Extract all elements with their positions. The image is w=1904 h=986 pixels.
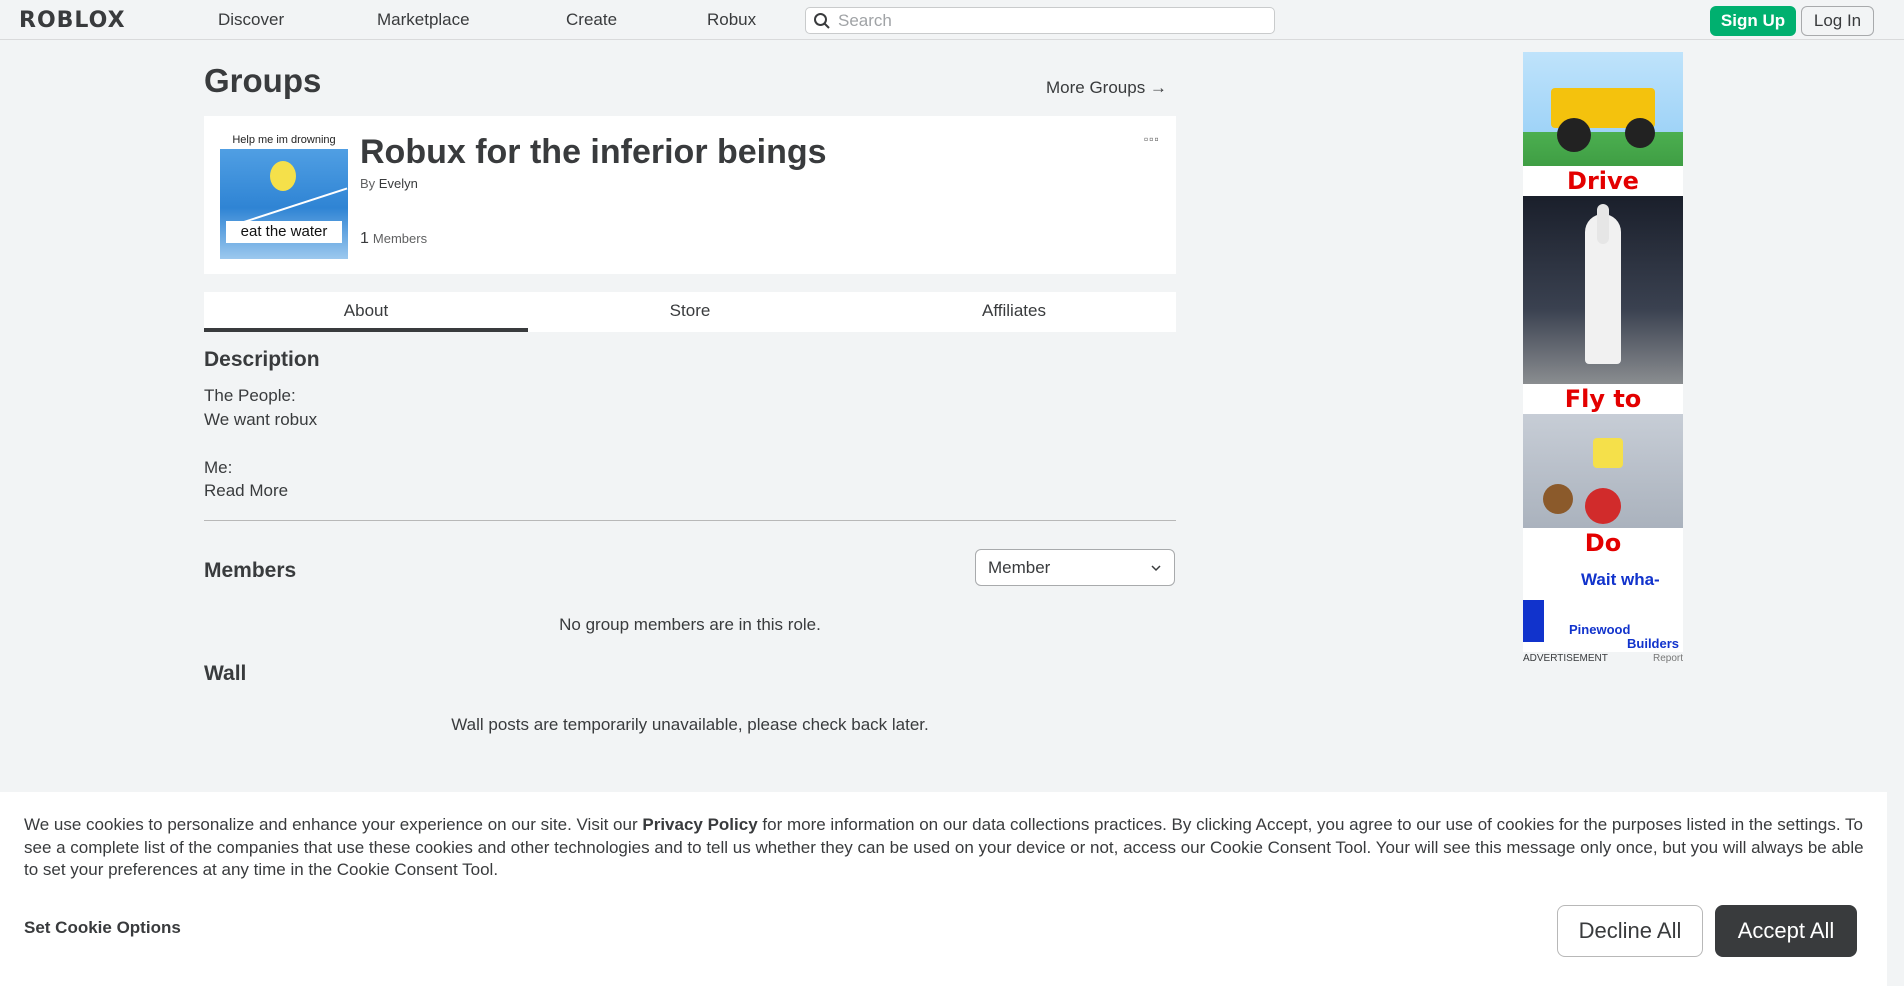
nav-link-discover[interactable]: Discover: [218, 10, 284, 30]
group-owner-line: By Evelyn: [360, 176, 418, 191]
chevron-down-icon: [1151, 565, 1161, 572]
decline-all-button[interactable]: Decline All: [1557, 905, 1703, 957]
cookie-consent-banner: We use cookies to personalize and enhanc…: [0, 792, 1887, 986]
ad-label: ADVERTISEMENT: [1523, 653, 1608, 664]
cookie-text-before: We use cookies to personalize and enhanc…: [24, 815, 643, 834]
role-dropdown-value: Member: [988, 558, 1051, 577]
ad-footer: ADVERTISEMENT Report: [1523, 653, 1683, 664]
group-tabs: About Store Affiliates: [204, 292, 1176, 332]
page-title: Groups: [204, 62, 322, 99]
members-heading: Members: [204, 559, 297, 582]
page-scrollbar[interactable]: [1887, 40, 1904, 986]
description-line: Me:: [204, 458, 233, 477]
search-icon: [814, 13, 830, 29]
ad-caption: Drive beasts!: [1523, 166, 1683, 225]
member-count-label: Members: [372, 231, 428, 246]
roblox-logo[interactable]: ROBLOX: [19, 8, 126, 33]
emblem-caption-top: Help me im drowning: [220, 131, 348, 149]
role-dropdown[interactable]: Member: [975, 549, 1175, 586]
ad-brand-line1: Pinewood: [1569, 622, 1631, 637]
wall-unavailable-message: Wall posts are temporarily unavailable, …: [451, 715, 929, 734]
ad-truck-image: [1523, 52, 1683, 166]
search-box[interactable]: [805, 7, 1275, 34]
search-input[interactable]: [838, 10, 1258, 31]
group-emblem-image: Help me im drowning eat the water: [220, 131, 348, 259]
emblem-figure: [270, 161, 296, 191]
group-owner-link[interactable]: Evelyn: [379, 176, 418, 191]
tab-affiliates[interactable]: Affiliates: [852, 292, 1176, 332]
advertisement[interactable]: Drive beasts! Fly to space! Do laundry!!…: [1523, 52, 1683, 664]
ad-pinewood-panel: Wait wha- Pinewood Builders: [1523, 558, 1683, 652]
by-label: By: [360, 176, 376, 191]
more-options-icon[interactable]: ▫▫▫: [1144, 132, 1160, 146]
emblem-caption-bottom: eat the water: [226, 221, 342, 243]
read-more-link[interactable]: Read More: [204, 481, 288, 501]
ad-report-link[interactable]: Report: [1653, 653, 1683, 664]
set-cookie-options-link[interactable]: Set Cookie Options: [24, 918, 181, 938]
ad-laundry-image: [1523, 414, 1683, 528]
log-in-button[interactable]: Log In: [1801, 6, 1874, 36]
wall-heading: Wall: [204, 662, 247, 685]
ad-brand-logo: [1523, 600, 1565, 642]
group-header-card: Help me im drowning eat the water Robux …: [204, 116, 1176, 274]
section-divider: [204, 520, 1176, 521]
nav-link-robux[interactable]: Robux: [707, 10, 756, 30]
group-name: Robux for the inferior beings: [360, 133, 827, 171]
description-line: The People:: [204, 386, 296, 405]
sign-up-button[interactable]: Sign Up: [1710, 6, 1796, 36]
more-groups-link[interactable]: More Groups →: [1046, 78, 1167, 98]
cookie-message: We use cookies to personalize and enhanc…: [24, 814, 1874, 882]
ad-tagline: Wait wha-: [1581, 570, 1660, 589]
members-empty-message: No group members are in this role.: [559, 615, 821, 634]
nav-link-create[interactable]: Create: [566, 10, 617, 30]
tab-about[interactable]: About: [204, 292, 528, 332]
ad-caption: Do laundry!!: [1523, 528, 1683, 587]
privacy-policy-link[interactable]: Privacy Policy: [642, 815, 757, 834]
ad-caption: Fly to space!: [1523, 384, 1683, 443]
tab-store[interactable]: Store: [528, 292, 852, 332]
member-count-value: 1: [360, 230, 369, 247]
description-heading: Description: [204, 348, 320, 371]
accept-all-button[interactable]: Accept All: [1715, 905, 1857, 957]
group-member-count: 1 Members: [360, 230, 427, 248]
top-navigation-bar: ROBLOX Discover Marketplace Create Robux…: [0, 0, 1904, 40]
description-line: We want robux: [204, 410, 318, 429]
ad-brand-line2: Builders: [1627, 636, 1680, 651]
nav-link-marketplace[interactable]: Marketplace: [377, 10, 470, 30]
ad-shuttle-image: [1523, 196, 1683, 384]
